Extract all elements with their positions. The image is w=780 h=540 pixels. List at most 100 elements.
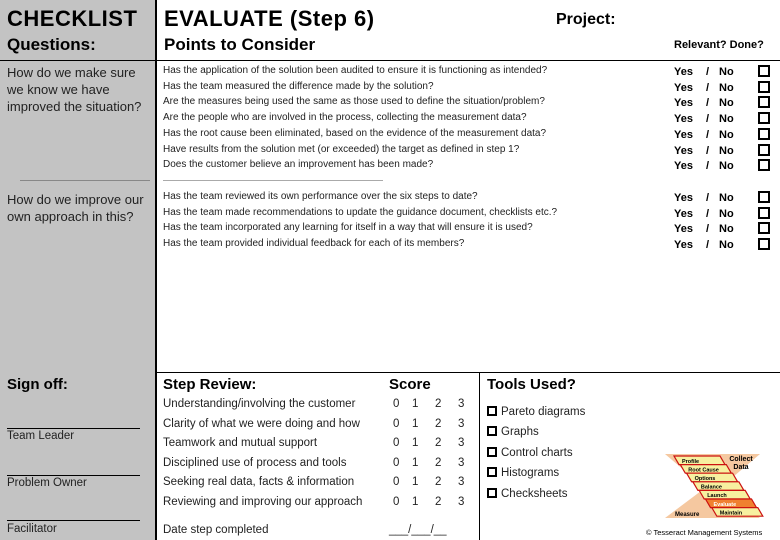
done-checkbox[interactable]	[758, 80, 770, 93]
point-text: Has the team measured the difference mad…	[163, 80, 434, 92]
copyright: © Tesseract Management Systems	[646, 528, 763, 537]
date-field[interactable]: ___/___/__	[389, 524, 447, 536]
yes-option[interactable]: Yes	[674, 97, 693, 109]
tool-item[interactable]: Checksheets	[487, 487, 568, 500]
score-option-1[interactable]: 1	[412, 437, 418, 449]
no-option[interactable]: No	[719, 208, 734, 220]
done-checkbox[interactable]	[758, 238, 770, 251]
points-divider	[163, 180, 383, 181]
no-option[interactable]: No	[719, 129, 734, 141]
score-option-0[interactable]: 0	[393, 476, 399, 488]
tool-checkbox[interactable]	[487, 467, 497, 478]
point-text: Are the people who are involved in the p…	[163, 112, 527, 124]
tools-title: Tools Used?	[487, 376, 576, 393]
done-checkbox[interactable]	[758, 143, 770, 156]
yes-option[interactable]: Yes	[674, 192, 693, 204]
point-text: Has the team incorporated any learning f…	[163, 222, 533, 234]
yes-option[interactable]: Yes	[674, 160, 693, 172]
yes-option[interactable]: Yes	[674, 129, 693, 141]
tool-checkbox[interactable]	[487, 426, 497, 437]
tool-item[interactable]: Graphs	[487, 426, 539, 438]
logo-step-label: Options	[695, 476, 716, 482]
yes-no-separator: /	[706, 66, 710, 78]
tool-item[interactable]: Histograms	[487, 467, 559, 479]
done-checkbox[interactable]	[758, 96, 770, 109]
score-option-1[interactable]: 1	[412, 398, 418, 410]
signature-line-team-leader[interactable]	[7, 428, 140, 429]
no-option[interactable]: No	[719, 145, 734, 157]
tool-label: Checksheets	[501, 487, 568, 500]
signature-line-problem-owner[interactable]	[7, 475, 140, 476]
score-option-2[interactable]: 2	[435, 418, 441, 430]
logo-measure: Measure	[675, 512, 700, 518]
no-option[interactable]: No	[719, 160, 734, 172]
logo-step-label: Profile	[682, 459, 699, 465]
point-text: Has the team provided individual feedbac…	[163, 238, 465, 250]
no-option[interactable]: No	[719, 113, 734, 125]
done-checkbox[interactable]	[758, 159, 770, 172]
score-option-3[interactable]: 3	[458, 496, 464, 508]
tool-label: Pareto diagrams	[501, 406, 586, 418]
score-option-3[interactable]: 3	[458, 457, 464, 469]
score-option-1[interactable]: 1	[412, 476, 418, 488]
logo-step-label: Evaluate	[714, 502, 737, 508]
score-option-0[interactable]: 0	[393, 457, 399, 469]
score-option-0[interactable]: 0	[393, 398, 399, 410]
score-option-0[interactable]: 0	[393, 496, 399, 508]
yes-option[interactable]: Yes	[674, 239, 693, 251]
yes-option[interactable]: Yes	[674, 113, 693, 125]
tool-checkbox[interactable]	[487, 487, 497, 498]
score-option-1[interactable]: 1	[412, 457, 418, 469]
no-option[interactable]: No	[719, 82, 734, 94]
score-option-3[interactable]: 3	[458, 398, 464, 410]
point-text: Has the root cause been eliminated, base…	[163, 127, 547, 139]
done-checkbox[interactable]	[758, 222, 770, 235]
score-option-3[interactable]: 3	[458, 418, 464, 430]
yes-no-separator: /	[706, 192, 710, 204]
tool-item[interactable]: Pareto diagrams	[487, 406, 585, 418]
role-team-leader: Team Leader	[7, 430, 75, 442]
tool-item[interactable]: Control charts	[487, 446, 573, 459]
score-option-3[interactable]: 3	[458, 476, 464, 488]
score-option-2[interactable]: 2	[435, 437, 441, 449]
point-text: Has the team made recommendations to upd…	[163, 206, 558, 218]
yes-option[interactable]: Yes	[674, 82, 693, 94]
yes-no-separator: /	[706, 207, 710, 220]
no-option[interactable]: No	[719, 66, 734, 78]
score-option-2[interactable]: 2	[435, 476, 441, 488]
score-option-3[interactable]: 3	[458, 437, 464, 449]
point-text: Have results from the solution met (or e…	[163, 143, 520, 155]
yes-option[interactable]: Yes	[674, 145, 693, 157]
yes-option[interactable]: Yes	[674, 66, 693, 78]
done-checkbox[interactable]	[758, 65, 770, 77]
done-checkbox[interactable]	[758, 206, 770, 219]
yes-no-separator: /	[706, 97, 710, 110]
header-divider	[0, 60, 780, 61]
score-option-0[interactable]: 0	[393, 418, 399, 430]
signature-line-facilitator[interactable]	[7, 520, 140, 521]
question-divider	[20, 180, 150, 181]
score-option-0[interactable]: 0	[393, 437, 399, 449]
done-checkbox[interactable]	[758, 112, 770, 125]
point-text: Has the team reviewed its own performanc…	[163, 191, 478, 202]
no-option[interactable]: No	[719, 192, 734, 204]
logo-collect: Collect Data	[729, 456, 753, 471]
yes-option[interactable]: Yes	[674, 223, 693, 235]
tool-label: Graphs	[501, 426, 539, 439]
score-option-1[interactable]: 1	[412, 496, 418, 508]
score-option-2[interactable]: 2	[435, 457, 441, 469]
no-option[interactable]: No	[719, 223, 734, 235]
score-option-2[interactable]: 2	[435, 398, 441, 410]
no-option[interactable]: No	[719, 239, 734, 251]
done-checkbox[interactable]	[758, 191, 770, 203]
score-label: Score	[389, 376, 431, 393]
tool-checkbox[interactable]	[487, 406, 497, 416]
done-checkbox[interactable]	[758, 127, 770, 140]
review-item: Reviewing and improving our approach	[163, 495, 363, 508]
score-option-2[interactable]: 2	[435, 496, 441, 508]
score-option-1[interactable]: 1	[412, 418, 418, 430]
no-option[interactable]: No	[719, 97, 734, 109]
yes-option[interactable]: Yes	[674, 208, 693, 220]
tool-checkbox[interactable]	[487, 446, 497, 457]
yes-no-separator: /	[706, 81, 710, 94]
